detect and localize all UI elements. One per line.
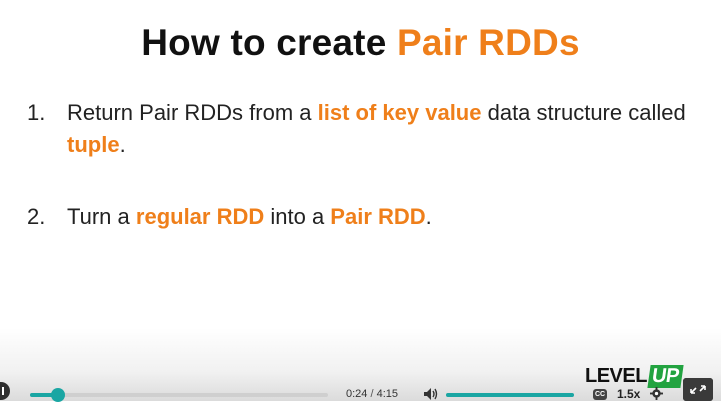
text-part: into a: [264, 204, 331, 229]
volume-icon[interactable]: [423, 387, 439, 401]
text-part: .: [425, 204, 432, 229]
progress-handle[interactable]: [51, 388, 65, 402]
time-display: 0:24 / 4:15: [346, 388, 398, 400]
text-highlight: Pair RDD: [330, 204, 426, 229]
pause-button[interactable]: [0, 382, 10, 400]
captions-button[interactable]: CC: [593, 389, 607, 400]
list-item-text: Return Pair RDDs from a list of key valu…: [67, 97, 687, 161]
text-part: Return Pair RDDs from a: [67, 100, 318, 125]
duration: 4:15: [376, 388, 399, 400]
text-part: data structure called: [481, 100, 686, 125]
text-highlight: regular RDD: [135, 204, 265, 229]
volume-fill: [446, 393, 574, 397]
fullscreen-icon[interactable]: [683, 378, 713, 401]
current-time: 0:24: [346, 388, 368, 400]
gear-icon[interactable]: [650, 387, 663, 400]
player-controls: 0:24 / 4:15: [0, 381, 721, 402]
slide-title: How to create Pair RDDs: [0, 22, 721, 64]
text-part: .: [119, 132, 126, 157]
text-highlight: tuple: [67, 132, 120, 157]
progress-bar[interactable]: [30, 388, 328, 402]
list-item-text: Turn a regular RDD into a Pair RDD.: [67, 201, 687, 233]
time-separator: /: [370, 388, 374, 400]
text-highlight: list of key value: [317, 100, 482, 125]
list-item-number: 2.: [27, 204, 46, 229]
title-highlight: Pair RDDs: [396, 22, 580, 63]
list-item-number: 1.: [27, 100, 46, 125]
title-text: How to create: [141, 22, 397, 63]
playback-speed-button[interactable]: 1.5x: [617, 387, 640, 401]
text-part: Turn a: [67, 204, 136, 229]
volume-slider[interactable]: [446, 393, 574, 397]
